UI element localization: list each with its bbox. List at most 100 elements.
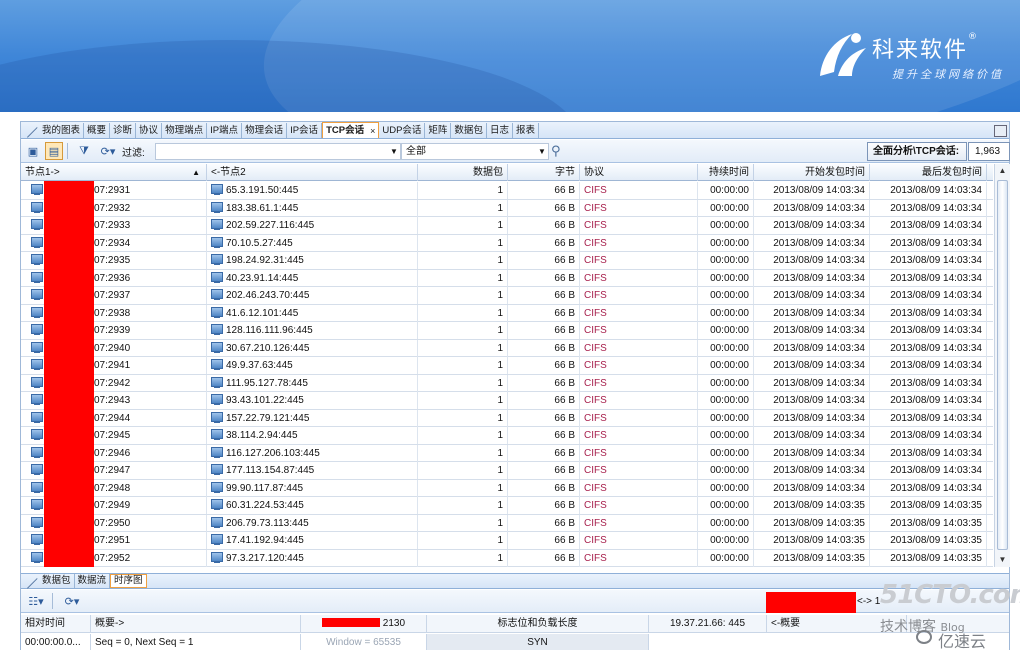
tab-7[interactable]: IP会话: [287, 123, 323, 138]
table-row[interactable]: 07:2935 198.24.92.31:445 1 66 B CIFS 00:00:00…: [21, 252, 993, 270]
detail-tab-1[interactable]: 数据流: [75, 574, 111, 588]
cell-text: 00:00:00: [710, 202, 749, 214]
table-row[interactable]: 07:2945 38.114.2.94:445 1 66 B CIFS 00:00:00 2…: [21, 427, 993, 445]
cell-last: 2013/08/09 14:03:34: [870, 409, 987, 427]
table-row[interactable]: 07:2941 49.9.37.63:445 1 66 B CIFS 00:00:00 20…: [21, 357, 993, 375]
cell-start: 2013/08/09 14:03:34: [754, 217, 870, 234]
table-row[interactable]: 07:2940 30.67.210.126:445 1 66 B CIFS 00:00:0…: [21, 339, 993, 357]
refresh-icon[interactable]: ⟳▾: [96, 142, 120, 160]
cell-text: 38.114.2.94:445: [226, 430, 298, 441]
table-row[interactable]: 07:2936 40.23.91.14:445 1 66 B CIFS 00:00:00 2…: [21, 269, 993, 287]
tab-3[interactable]: 协议: [136, 123, 163, 138]
table-row[interactable]: 07:2946 116.127.206.103:445 1 66 B CIFS 00:00…: [21, 444, 993, 462]
cell-text: 30.67.210.126:445: [226, 342, 310, 354]
filter-funnel-icon[interactable]: ⧩: [75, 142, 93, 160]
tab-4[interactable]: 物理端点: [162, 123, 208, 138]
tab-12[interactable]: 日志: [487, 123, 513, 138]
computer-icon: [211, 481, 223, 493]
vertical-scrollbar[interactable]: ▲ ▼: [994, 164, 1010, 567]
table-row[interactable]: 07:2948 99.90.117.87:445 1 66 B CIFS 00:00:00…: [21, 479, 993, 497]
cell-text: 66 B: [554, 307, 575, 319]
save-icon[interactable]: ▣: [24, 142, 42, 160]
computer-icon: [211, 306, 223, 318]
table-row[interactable]: 07:2949 60.31.224.53:445 1 66 B CIFS 00:00:00…: [21, 497, 993, 515]
column-header-last-time[interactable]: 最后发包时间: [870, 164, 987, 181]
tab-8[interactable]: TCP会话 ×: [322, 122, 380, 138]
cell-text: 07:2931: [94, 185, 131, 196]
tab-6[interactable]: 物理会话: [242, 123, 288, 138]
table-row[interactable]: 07:2933 202.59.227.116:445 1 66 B CIFS 00:00:…: [21, 217, 993, 235]
column-header-node1[interactable]: 节点1-> ▲: [21, 164, 207, 181]
refresh-icon[interactable]: ⟳▾: [60, 592, 84, 610]
cell-packets: 1: [418, 444, 508, 462]
cell-text: 66 B: [554, 482, 575, 494]
table-row[interactable]: 07:2947 177.113.154.87:445 1 66 B CIFS 00:00:…: [21, 462, 993, 480]
tab-5[interactable]: IP端点: [207, 123, 243, 138]
column-header-start-time[interactable]: 开始发包时间: [754, 164, 870, 181]
tab-10[interactable]: 矩阵: [425, 123, 452, 138]
toggle-view-icon[interactable]: ▤: [45, 142, 63, 160]
search-icon[interactable]: ⚲: [551, 143, 561, 159]
cell-last: 2013/08/09 14:03:34: [870, 374, 987, 392]
filter-input[interactable]: [155, 143, 401, 160]
scroll-down-icon[interactable]: ▼: [995, 553, 1010, 567]
table-row[interactable]: 07:2943 93.43.101.22:445 1 66 B CIFS 00:00:00…: [21, 392, 993, 410]
column-header-node2[interactable]: <-节点2: [207, 164, 418, 181]
filter-dropdown-arrow-icon[interactable]: ▼: [389, 143, 399, 160]
tab-2[interactable]: 诊断: [110, 123, 137, 138]
computer-icon: [31, 499, 43, 510]
column-header-duration[interactable]: 持续时间: [698, 164, 754, 181]
cell-duration: 00:00:00: [698, 462, 754, 479]
cell-protocol: CIFS: [580, 549, 698, 567]
cell-node2: 99.90.117.87:445: [207, 479, 418, 497]
panel-menu-icon[interactable]: [994, 125, 1007, 137]
scope-select[interactable]: 全部: [401, 143, 549, 160]
cell-packets: 1: [418, 462, 508, 479]
table-row[interactable]: 07:2942 111.95.127.78:445 1 66 B CIFS 00:00:0…: [21, 374, 993, 392]
cell-text: 07:2946: [94, 447, 131, 459]
tab-9[interactable]: UDP会话: [379, 123, 426, 138]
cell-protocol: CIFS: [580, 427, 698, 444]
cell-text: 07:2935: [94, 255, 131, 266]
cell-packets: 1: [418, 532, 508, 549]
cell-text: 41.6.12.101:445: [226, 307, 299, 319]
table-row[interactable]: 07:2950 206.79.73.113:445 1 66 B CIFS 00:00:0…: [21, 514, 993, 532]
table-row[interactable]: 07:2944 157.22.79.121:445 1 66 B CIFS 00:00:0…: [21, 409, 993, 427]
scroll-up-icon[interactable]: ▲: [995, 164, 1010, 178]
column-header-packets[interactable]: 数据包: [418, 164, 508, 181]
tab-0[interactable]: 我的图表: [39, 123, 85, 138]
cell-start: 2013/08/09 14:03:34: [754, 199, 870, 217]
scope-dropdown-arrow-icon[interactable]: ▼: [537, 143, 547, 160]
cell-bytes: 66 B: [508, 182, 580, 199]
tab-1[interactable]: 概要: [84, 123, 111, 138]
table-row[interactable]: 07:2952 97.3.217.120:445 1 66 B CIFS 00:00:00…: [21, 549, 993, 567]
column-header-protocol[interactable]: 协议: [580, 164, 698, 181]
cell-text: 07:2938: [94, 307, 131, 319]
cell-packets: 1: [418, 199, 508, 217]
layout-options-icon[interactable]: ☷▾: [24, 592, 48, 610]
cell-start: 2013/08/09 14:03:34: [754, 182, 870, 199]
table-row[interactable]: 07:2937 202.46.243.70:445 1 66 B CIFS 00:00:0…: [21, 287, 993, 305]
table-row[interactable]: 07:2932 183.38.61.1:445 1 66 B CIFS 00:00:00 2…: [21, 199, 993, 217]
table-row[interactable]: 07:2931 65.3.191.50:445 1 66 B CIFS 00:00:00 2…: [21, 182, 993, 200]
cell-protocol: CIFS: [580, 322, 698, 339]
cell-bytes: 66 B: [508, 549, 580, 567]
cell-text: CIFS: [584, 255, 607, 266]
cell-last: 2013/08/09 14:03:34: [870, 462, 987, 479]
cell-text: 2013/08/09 14:03:34: [890, 342, 982, 354]
sequence-row[interactable]: 00:00:00.0... Seq = 0, Next Seq = 1 Wind…: [21, 634, 1009, 650]
scroll-thumb[interactable]: [997, 180, 1008, 550]
tab-11[interactable]: 数据包: [451, 123, 487, 138]
table-row[interactable]: 07:2934 70.10.5.27:445 1 66 B CIFS 00:00:00 20…: [21, 234, 993, 252]
tab-13[interactable]: 报表: [513, 123, 539, 138]
cell-packets: 1: [418, 409, 508, 427]
table-row[interactable]: 07:2938 41.6.12.101:445 1 66 B CIFS 00:00:00 2…: [21, 304, 993, 322]
detail-tab-0[interactable]: 数据包: [39, 574, 75, 588]
column-header-bytes[interactable]: 字节: [508, 164, 580, 181]
tab-close-icon[interactable]: ×: [370, 124, 375, 138]
cell-duration: 00:00:00: [698, 444, 754, 462]
detail-tab-2[interactable]: 时序图: [110, 574, 147, 588]
table-row[interactable]: 07:2951 17.41.192.94:445 1 66 B CIFS 00:00:00…: [21, 532, 993, 550]
cell-text: 93.43.101.22:445: [226, 395, 304, 406]
table-row[interactable]: 07:2939 128.116.111.96:445 1 66 B CIFS 00:00:…: [21, 322, 993, 340]
